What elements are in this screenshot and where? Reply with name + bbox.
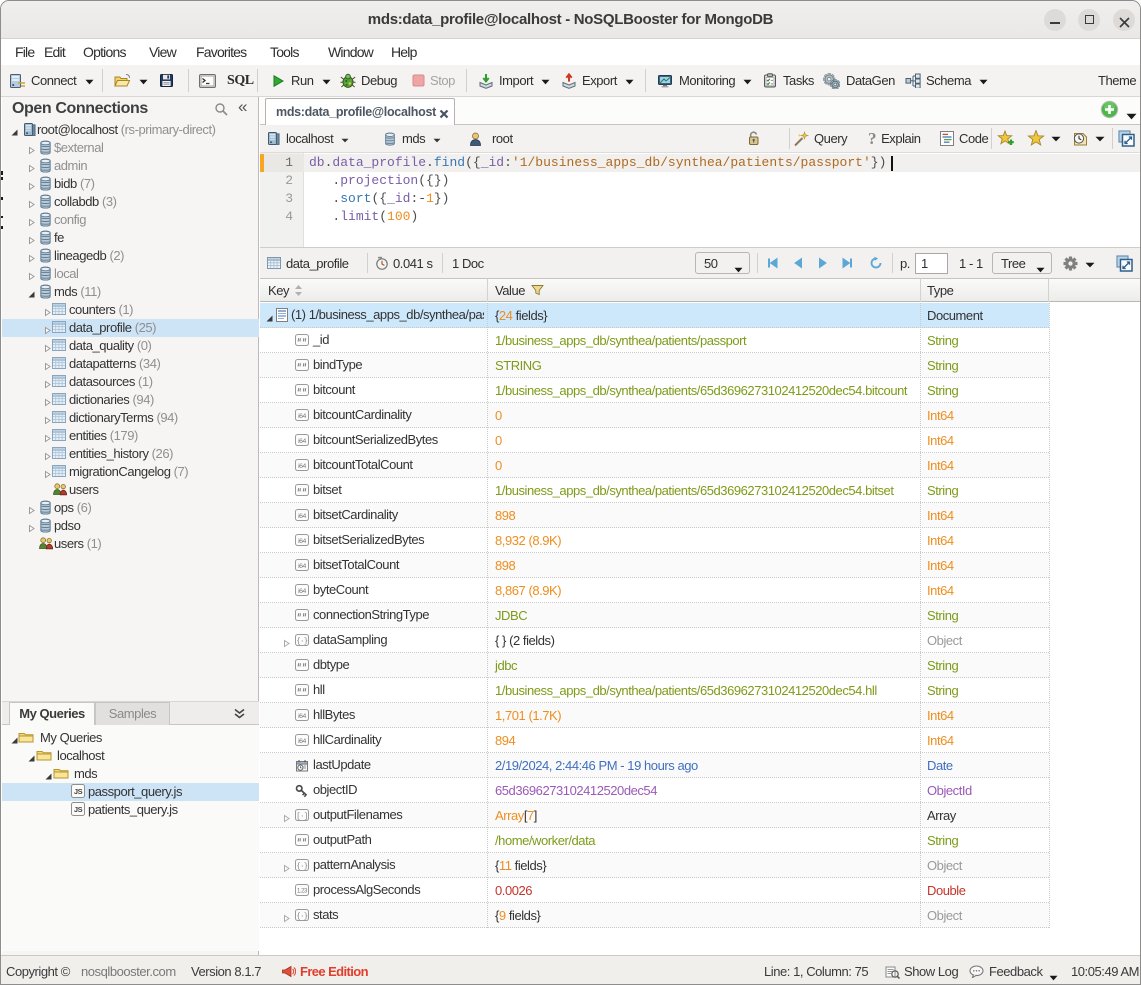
svg-text:i64: i64 (298, 413, 306, 420)
svg-text:{·}: {·} (296, 913, 308, 921)
svg-text:i64: i64 (298, 538, 306, 545)
svg-text:i64: i64 (298, 513, 306, 520)
svg-text:JS: JS (74, 787, 83, 796)
svg-text:JS: JS (74, 805, 83, 814)
svg-text:[·]: [·] (296, 813, 307, 821)
svg-text:i64: i64 (298, 463, 306, 470)
svg-text:i64: i64 (298, 563, 306, 570)
svg-text:i64: i64 (298, 738, 306, 745)
svg-text:1.23: 1.23 (297, 889, 308, 895)
svg-text:{·}: {·} (296, 638, 308, 646)
svg-text:i64: i64 (298, 588, 306, 595)
svg-text:i64: i64 (298, 438, 306, 445)
svg-text:{·}: {·} (296, 863, 308, 871)
svg-text:i64: i64 (298, 713, 306, 720)
